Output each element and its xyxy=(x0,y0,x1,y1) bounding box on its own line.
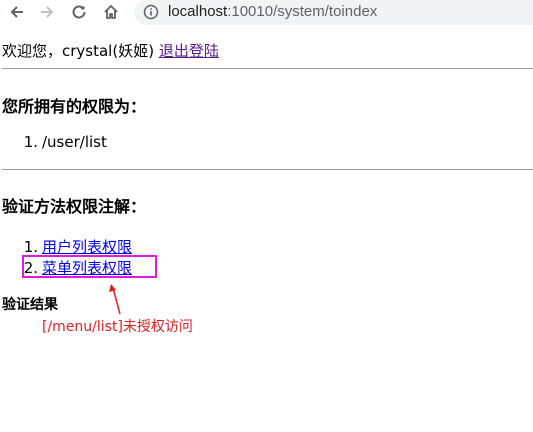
list-number: 1. xyxy=(23,238,38,256)
highlight-box xyxy=(22,255,157,278)
permission-text: /user/list xyxy=(42,133,107,151)
user-list-permission-link[interactable]: 用户列表权限 xyxy=(42,238,132,256)
divider xyxy=(2,68,533,69)
welcome-text: 欢迎您，crystal(妖姬) xyxy=(2,42,155,60)
back-arrow-icon xyxy=(10,6,23,18)
logout-link[interactable]: 退出登陆 xyxy=(159,42,219,60)
reload-button[interactable] xyxy=(68,1,90,23)
list-number: 1. xyxy=(23,133,38,151)
home-icon xyxy=(104,5,118,19)
home-button[interactable] xyxy=(100,1,122,23)
permissions-heading: 您所拥有的权限为： xyxy=(2,97,147,116)
result-message: [/menu/list]未授权访问 xyxy=(42,319,193,335)
red-arrow-icon xyxy=(109,284,121,315)
address-bar[interactable]: localhost:10010/system/toindex xyxy=(134,0,533,25)
forward-button[interactable] xyxy=(36,1,58,23)
url-text: localhost:10010/system/toindex xyxy=(168,3,377,20)
back-button[interactable] xyxy=(6,1,28,23)
divider xyxy=(2,169,533,170)
permission-item: 1./user/list xyxy=(22,133,107,151)
url-host: localhost xyxy=(168,3,228,20)
forward-arrow-icon xyxy=(41,6,54,18)
browser-toolbar: localhost:10010/system/toindex xyxy=(0,0,533,26)
annotations-heading: 验证方法权限注解： xyxy=(2,197,147,216)
welcome-line: 欢迎您，crystal(妖姬) 退出登陆 xyxy=(2,40,219,61)
annotation-item: 1. 用户列表权限 xyxy=(22,236,132,257)
info-icon[interactable] xyxy=(143,4,159,24)
reload-icon xyxy=(72,5,86,19)
result-label: 验证结果 xyxy=(2,297,58,313)
url-path: :10010/system/toindex xyxy=(227,3,378,20)
